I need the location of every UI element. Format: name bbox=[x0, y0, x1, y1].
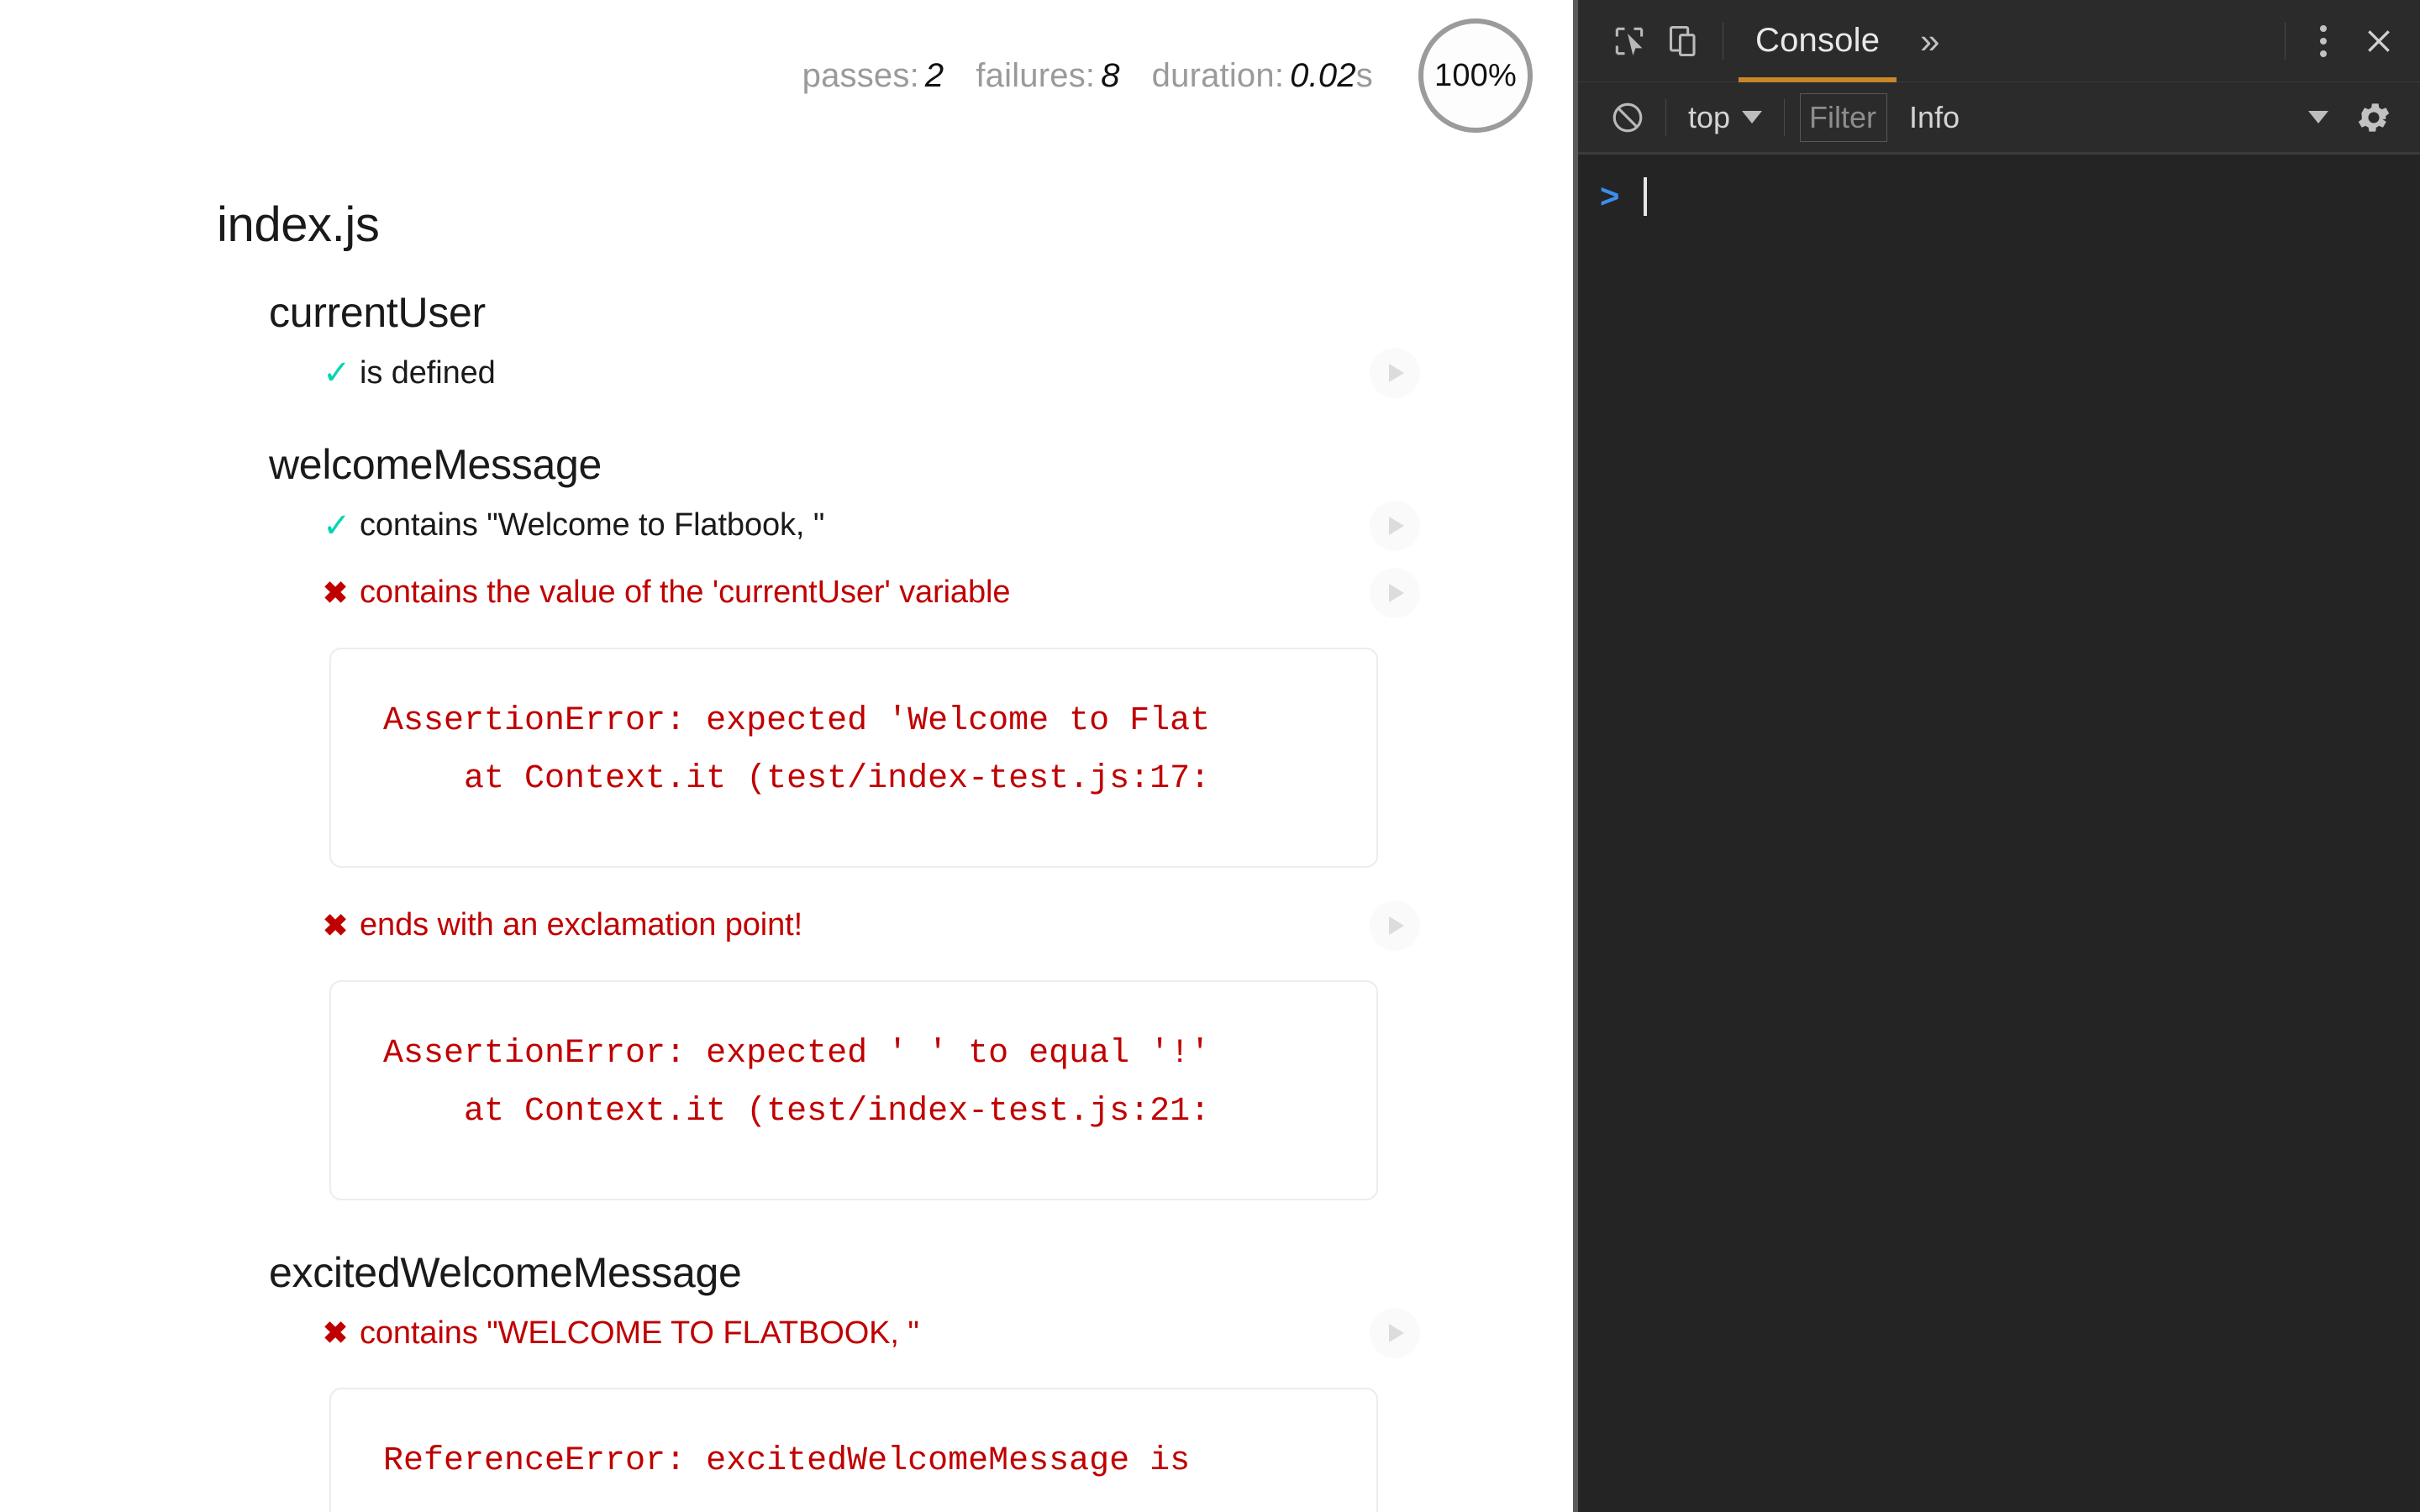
more-options-icon[interactable] bbox=[2296, 13, 2351, 69]
suite-welcomeMessage: welcomeMessage ✓ contains "Welcome to Fl… bbox=[269, 441, 1573, 1200]
kebab-dots bbox=[2320, 25, 2327, 57]
clear-console-icon[interactable] bbox=[1600, 90, 1655, 145]
inspect-element-icon[interactable] bbox=[1602, 13, 1657, 69]
browser-window: passes:2 failures:8 duration:0.02s 100% … bbox=[0, 0, 2420, 1512]
replay-icon[interactable] bbox=[1370, 501, 1420, 551]
suite-title[interactable]: welcomeMessage bbox=[269, 441, 1573, 490]
fail-cross-icon: ✖ bbox=[323, 911, 360, 941]
play-triangle-icon bbox=[1389, 584, 1404, 602]
replay-icon[interactable] bbox=[1370, 568, 1420, 618]
page-viewport: passes:2 failures:8 duration:0.02s 100% … bbox=[0, 0, 1573, 1512]
tab-console[interactable]: Console bbox=[1733, 0, 1902, 82]
test-row[interactable]: ✖ ends with an exclamation point! bbox=[323, 895, 1573, 957]
console-output-area[interactable]: > bbox=[1578, 153, 2420, 1512]
console-prompt-icon: > bbox=[1600, 180, 1639, 213]
error-stack-text: ReferenceError: excitedWelcomeMessage is bbox=[331, 1433, 1376, 1491]
mocha-report: index.js currentUser ✓ is defined welcom… bbox=[0, 198, 1573, 1512]
play-triangle-icon bbox=[1389, 517, 1404, 535]
devtools-tabbar: Console » bbox=[1578, 0, 2420, 82]
pass-check-icon: ✓ bbox=[323, 509, 360, 543]
replay-icon[interactable] bbox=[1370, 1308, 1420, 1358]
replay-icon[interactable] bbox=[1370, 900, 1420, 951]
error-stack-box: ReferenceError: excitedWelcomeMessage is bbox=[329, 1388, 1378, 1512]
close-devtools-icon[interactable] bbox=[2351, 13, 2407, 69]
root-suite-title[interactable]: index.js bbox=[217, 198, 1573, 252]
suite-tests: ✓ contains "Welcome to Flatbook, " ✖ con… bbox=[323, 495, 1573, 1200]
play-triangle-icon bbox=[1389, 364, 1404, 382]
log-level-label: Info bbox=[1909, 100, 1960, 135]
chevron-down-icon bbox=[1742, 111, 1762, 123]
play-triangle-icon bbox=[1389, 916, 1404, 935]
more-tabs-icon[interactable]: » bbox=[1902, 24, 1958, 59]
stat-failures-value: 8 bbox=[1095, 57, 1119, 94]
execution-context-select[interactable]: top bbox=[1676, 100, 1774, 135]
log-level-select[interactable]: Info bbox=[1887, 100, 1960, 135]
stat-passes-value: 2 bbox=[919, 57, 944, 94]
console-toolbar: top Filter Info bbox=[1578, 82, 2420, 153]
console-prompt-line[interactable]: > bbox=[1578, 166, 2420, 227]
fail-cross-icon: ✖ bbox=[323, 578, 360, 608]
stat-failures[interactable]: failures:8 bbox=[976, 57, 1119, 95]
chevron-down-icon bbox=[2308, 111, 2328, 123]
test-row[interactable]: ✖ contains "WELCOME TO FLATBOOK, " bbox=[323, 1302, 1573, 1364]
toolbar-divider bbox=[1784, 99, 1785, 136]
test-title: contains the value of the 'currentUser' … bbox=[360, 575, 1010, 611]
stat-duration-unit: s bbox=[1356, 57, 1373, 94]
error-stack-box: AssertionError: expected 'Welcome to Fla… bbox=[329, 648, 1378, 868]
text-cursor bbox=[1644, 177, 1647, 216]
test-title: contains "WELCOME TO FLATBOOK, " bbox=[360, 1315, 919, 1352]
suite-title[interactable]: currentUser bbox=[269, 289, 1573, 338]
tab-console-label: Console bbox=[1755, 22, 1880, 60]
stat-passes-label: passes: bbox=[802, 57, 919, 94]
stat-failures-label: failures: bbox=[976, 57, 1095, 94]
suite-currentUser: currentUser ✓ is defined bbox=[269, 289, 1573, 405]
stat-duration-value: 0.02 bbox=[1284, 57, 1356, 94]
console-filter-input[interactable]: Filter bbox=[1800, 93, 1887, 142]
test-row[interactable]: ✓ is defined bbox=[323, 342, 1573, 404]
mocha-stats: passes:2 failures:8 duration:0.02s 100% bbox=[802, 0, 1533, 151]
play-triangle-icon bbox=[1389, 1324, 1404, 1342]
error-stack-text: AssertionError: expected 'Welcome to Fla… bbox=[331, 693, 1376, 809]
suite-excitedWelcomeMessage: excitedWelcomeMessage ✖ contains "WELCOM… bbox=[269, 1249, 1573, 1512]
stat-duration: duration:0.02s bbox=[1152, 57, 1373, 95]
error-stack-text: AssertionError: expected ' ' to equal '!… bbox=[331, 1026, 1376, 1142]
stat-passes[interactable]: passes:2 bbox=[802, 57, 944, 95]
replay-icon[interactable] bbox=[1370, 348, 1420, 398]
settings-gear-icon[interactable] bbox=[2346, 90, 2402, 145]
test-row[interactable]: ✓ contains "Welcome to Flatbook, " bbox=[323, 495, 1573, 557]
pass-check-icon: ✓ bbox=[323, 356, 360, 390]
error-stack-box: AssertionError: expected ' ' to equal '!… bbox=[329, 980, 1378, 1200]
device-toolbar-icon[interactable] bbox=[1657, 13, 1712, 69]
test-row[interactable]: ✖ contains the value of the 'currentUser… bbox=[323, 562, 1573, 624]
log-level-dropdown-icon[interactable] bbox=[2291, 90, 2346, 145]
fail-cross-icon: ✖ bbox=[323, 1318, 360, 1348]
test-title: ends with an exclamation point! bbox=[360, 907, 802, 943]
test-title: contains "Welcome to Flatbook, " bbox=[360, 507, 824, 543]
test-title: is defined bbox=[360, 355, 496, 391]
toolbar-divider bbox=[1665, 99, 1666, 136]
devtools-panel: Console » bbox=[1573, 0, 2420, 1512]
execution-context-label: top bbox=[1688, 100, 1730, 135]
stat-duration-label: duration: bbox=[1152, 57, 1284, 94]
progress-ring: 100% bbox=[1418, 18, 1533, 133]
suite-tests: ✓ is defined bbox=[323, 342, 1573, 404]
toolbar-divider bbox=[2285, 23, 2286, 60]
progress-percent: 100% bbox=[1434, 58, 1517, 94]
suite-title[interactable]: excitedWelcomeMessage bbox=[269, 1249, 1573, 1298]
suite-tests: ✖ contains "WELCOME TO FLATBOOK, " Refer… bbox=[323, 1302, 1573, 1512]
